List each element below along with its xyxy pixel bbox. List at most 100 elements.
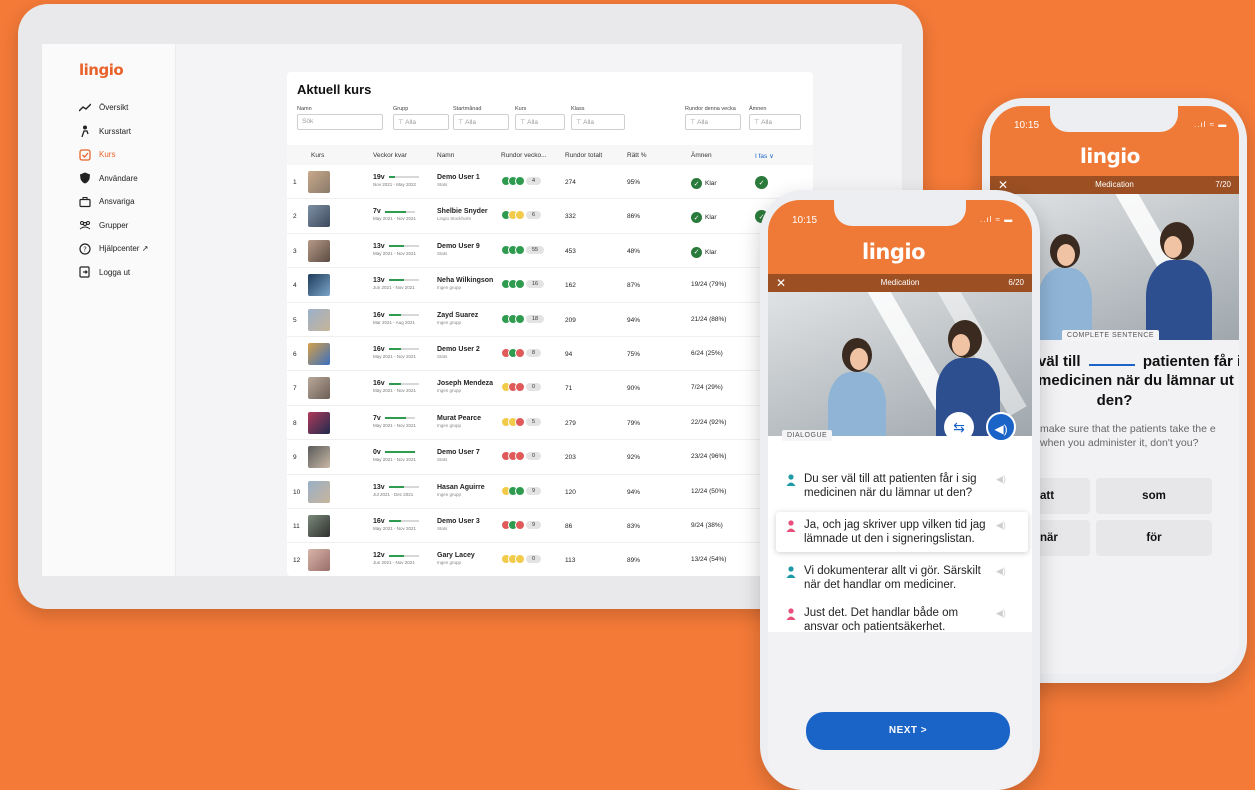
sidebar-item-label: Ansvariga	[99, 197, 135, 207]
filter-label: Startmånad	[453, 106, 482, 112]
subjects-value: 7/24 (29%)	[691, 384, 723, 392]
sentence-part: väl till	[1038, 353, 1081, 370]
user-group: Ingen grupp	[437, 422, 462, 428]
table-row[interactable]: 1 19v Nov 2021 - May 2022 Demo User 1 Stats 4…	[287, 165, 813, 200]
row-number: 4	[293, 282, 297, 290]
table-row[interactable]: 7 16v May 2021 - Nov 2021 Joseph Mendeza Ing…	[287, 371, 813, 406]
column-header[interactable]: Rundor totalt	[565, 152, 602, 159]
weeks-progress-fill	[388, 348, 401, 351]
subjects-value: 6/24 (25%)	[691, 349, 723, 357]
column-header[interactable]: Veckor kvar	[373, 152, 407, 159]
subjects-value: 22/24 (92%)	[691, 418, 727, 426]
column-header[interactable]: Rätt %	[627, 152, 647, 159]
subjects-cell: 12/24 (50%)	[691, 488, 726, 495]
app-logo: lingio	[862, 240, 926, 264]
table-header: Kurs Veckor kvar Namn Rundor vecko... Rundor…	[287, 145, 813, 165]
table-row[interactable]: 8 7v May 2021 - Nov 2021 Murat Pearce Ingen …	[287, 406, 813, 441]
user-group: Ingen grupp	[437, 388, 462, 394]
user-name: Demo User 3 Stats	[437, 518, 497, 532]
course-thumbnail	[308, 446, 330, 469]
weeks-progress-fill	[388, 245, 404, 248]
table-row[interactable]: 3 13v May 2021 - Nov 2021 Demo User 9 Stats 5…	[287, 234, 813, 269]
answer-option[interactable]: som	[1096, 478, 1212, 514]
user-name-text: Zayd Suarez	[437, 311, 479, 319]
total-rounds: 120	[565, 488, 576, 496]
answer-blank[interactable]	[1088, 364, 1135, 366]
sidebar-item[interactable]: Användare	[78, 167, 148, 191]
sidebar-item[interactable]: Ansvariga	[78, 190, 148, 214]
dialogue-line: Du ser väl till att patienten får i sig …	[804, 473, 977, 499]
weeks-value: 19v	[373, 174, 385, 181]
column-header[interactable]: Ämnen	[691, 152, 712, 159]
play-audio-icon[interactable]: ◀)	[996, 520, 1006, 531]
answer-option[interactable]: för	[1096, 520, 1212, 556]
total-rounds: 203	[565, 454, 576, 462]
checkbox-icon	[78, 149, 92, 161]
filter-input[interactable]: ⊤ Alla	[393, 114, 449, 130]
user-name-text: Demo User 7	[437, 449, 480, 457]
speaker-icon[interactable]: ◀︎)	[986, 412, 1016, 442]
filter-input[interactable]: ⊤ Alla	[515, 114, 565, 130]
weeks-left: 19v Nov 2021 - May 2022	[373, 174, 419, 187]
table-row[interactable]: 10 13v Jul 2021 - Dec 2021 Hasan Aguirre Ing…	[287, 475, 813, 509]
user-name-text: Demo User 2	[437, 345, 480, 353]
column-header[interactable]: Namn	[437, 152, 454, 159]
subjects-value: 13/24 (54%)	[691, 556, 727, 564]
date-range: Mar 2021 - Aug 2021	[373, 319, 416, 325]
column-header[interactable]: I fas ∨	[755, 152, 774, 160]
translate-icon[interactable]: ⇆	[944, 412, 974, 442]
lesson-bar: ✕ Medication 6/20	[768, 274, 1032, 292]
filter-input[interactable]: ⊤ Alla	[453, 114, 509, 130]
subjects-value: 21/24 (88%)	[691, 315, 727, 323]
user-group: Stats	[437, 182, 448, 187]
subjects-cell: ✓ Klar	[691, 246, 717, 258]
user-name-text: Shelbie Snyder	[437, 208, 488, 216]
table-row[interactable]: 11 16v May 2021 - Nov 2021 Demo User 3 Stats…	[287, 509, 813, 544]
play-audio-icon[interactable]: ◀)	[996, 608, 1006, 619]
user-name-text: Joseph Mendeza	[437, 380, 494, 388]
trend-icon	[78, 102, 92, 114]
sidebar-item[interactable]: Logga ut	[78, 261, 148, 285]
lesson-topic: Medication	[1095, 180, 1134, 189]
play-audio-icon[interactable]: ◀)	[996, 566, 1006, 577]
sidebar-item[interactable]: Kursstart	[78, 120, 148, 144]
check-icon: ✓	[691, 212, 702, 224]
weeks-progress-fill	[388, 313, 401, 316]
table-row[interactable]: 6 16v May 2021 - Nov 2021 Demo User 2 Stats 8…	[287, 337, 813, 372]
sidebar-item[interactable]: ? Hjälpcenter ↗	[78, 237, 148, 261]
table-row[interactable]: 4 13v Jun 2021 - Nov 2021 Neha Wilkingson In…	[287, 268, 813, 303]
row-number: 1	[293, 179, 297, 186]
filter-input[interactable]: Sök	[297, 114, 383, 130]
total-rounds: 453	[565, 247, 576, 255]
next-button[interactable]: NEXT >	[806, 712, 1010, 750]
play-audio-icon[interactable]: ◀)	[996, 474, 1006, 485]
subjects-cell: 19/24 (79%)	[691, 281, 726, 288]
rounds-badge: 0	[526, 452, 542, 461]
nurse-face	[952, 334, 970, 356]
course-card: Aktuell kurs Namn Sök Grupp ⊤ Alla Startmåna…	[287, 72, 813, 576]
status-dot	[515, 382, 525, 393]
filter-input[interactable]: ⊤ Alla	[685, 114, 741, 130]
sidebar-item[interactable]: Grupper	[78, 214, 148, 238]
column-header[interactable]: Rundor vecko...	[501, 152, 547, 159]
rounds-badge: 18	[526, 314, 545, 323]
user-name: Demo User 2 Stats	[437, 346, 497, 360]
status-dot	[515, 244, 525, 255]
row-number: 2	[293, 213, 297, 221]
sidebar-item-label: Användare	[99, 173, 138, 183]
translation-text: make sure that the patients take the e w…	[1040, 423, 1216, 449]
table-row[interactable]: 2 7v May 2021 - Nov 2021 Shelbie Snyder Ling…	[287, 199, 813, 234]
table-row[interactable]: 5 16v Mar 2021 - Aug 2021 Zayd Suarez Ingen …	[287, 303, 813, 337]
weeks-left: 13v Jul 2021 - Dec 2021	[373, 484, 419, 497]
row-number: 11	[293, 522, 300, 530]
sidebar-item[interactable]: Översikt	[78, 96, 148, 120]
table-row[interactable]: 12 12v Jun 2021 - Nov 2021 Gary Lacey Ingen …	[287, 543, 813, 576]
sidebar-item[interactable]: Kurs	[78, 143, 148, 167]
subjects-value: Klar	[705, 248, 717, 256]
table-row[interactable]: 9 0v May 2021 - Nov 2021 Demo User 7 Stats 0 2…	[287, 440, 813, 475]
weekly-rounds: 0	[501, 554, 542, 565]
filter-input[interactable]: ⊤ Alla	[571, 114, 625, 130]
filter-input[interactable]: ⊤ Alla	[749, 114, 801, 130]
column-header[interactable]: Kurs	[311, 152, 324, 159]
weeks-left: 16v May 2021 - Nov 2021	[373, 346, 419, 359]
